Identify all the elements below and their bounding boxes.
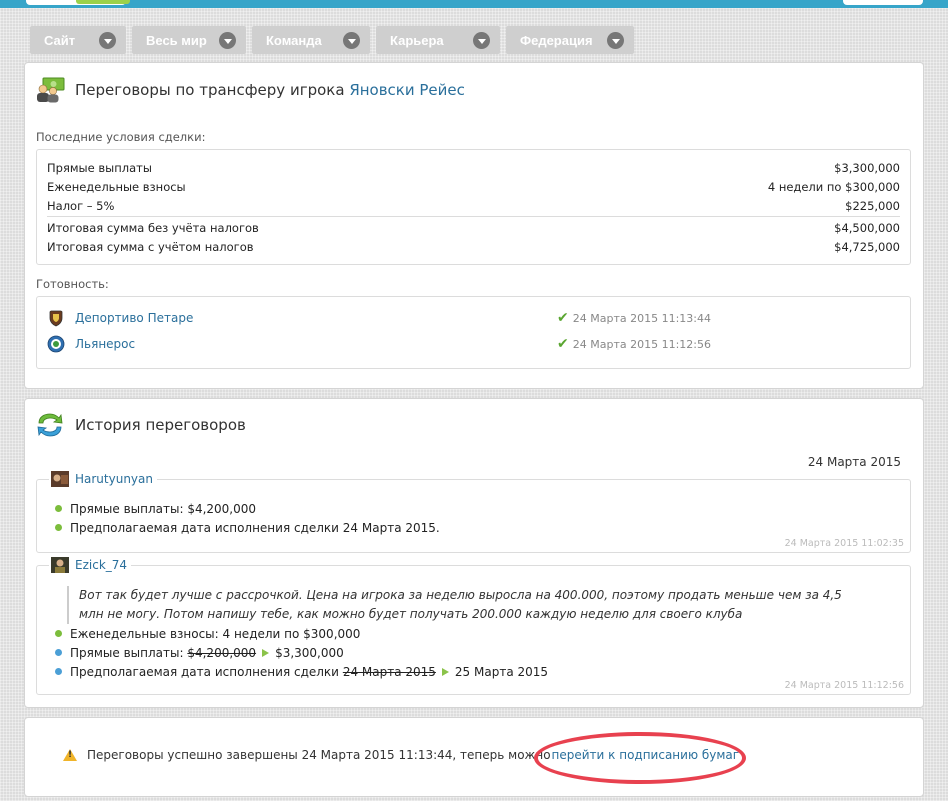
nav-item-label: Сайт — [44, 32, 76, 48]
deal-terms-box: Прямые выплаты $3,300,000 Еженедельные в… — [36, 149, 911, 265]
message-body: Еженедельные взносы: 4 недели по $300,00… — [55, 624, 548, 681]
check-icon: ✔ — [557, 336, 569, 352]
message-line: Предполагаемая дата исполнения сделки 24… — [55, 518, 440, 537]
deal-row-label: Прямые выплаты — [47, 160, 152, 175]
user-link[interactable]: Harutyunyan — [75, 472, 153, 486]
bullet-icon — [55, 668, 62, 675]
bullet-icon — [55, 630, 62, 637]
user-link[interactable]: Ezick_74 — [75, 558, 127, 572]
deal-row-label: Итоговая сумма с учётом налогов — [47, 239, 254, 254]
player-link[interactable]: Яновски Рейес — [349, 81, 465, 99]
chevron-down-icon[interactable] — [343, 31, 360, 49]
nav-item-career[interactable]: Карьера — [376, 26, 500, 54]
message-line: Прямые выплаты: $4,200,000 — [55, 499, 440, 518]
nav-item-label: Весь мир — [146, 32, 207, 48]
readiness-row: Депортиво Петаре ✔ 24 Марта 2015 11:13:4… — [47, 305, 900, 331]
main-nav: Сайт Весь мир Команда Карьера Федерация — [30, 26, 634, 54]
message-line: Предполагаемая дата исполнения сделки 24… — [55, 662, 548, 681]
message-line: Прямые выплаты: $4,200,000 $3,300,000 — [55, 643, 548, 662]
deal-total-row: Итоговая сумма без учёта налогов $4,500,… — [47, 218, 900, 237]
new-value: 25 Марта 2015 — [454, 664, 549, 679]
last-terms-label: Последние условия сделки: — [36, 130, 206, 144]
nav-item-team[interactable]: Команда — [252, 26, 370, 54]
deal-row-label: Еженедельные взносы — [47, 179, 186, 194]
status-text: Переговоры успешно завершены 24 Марта 20… — [87, 748, 551, 762]
highlight-oval — [534, 732, 746, 784]
old-value: 24 Марта 2015 — [342, 664, 436, 679]
check-icon: ✔ — [557, 310, 569, 326]
deal-row-value: $225,000 — [845, 198, 900, 213]
title-prefix: Переговоры по трансферу игрока — [75, 81, 345, 99]
message-quote: Вот так будет лучше с рассрочкой. Цена н… — [67, 586, 867, 624]
new-value: $3,300,000 — [275, 645, 344, 660]
club-link[interactable]: Депортиво Петаре — [75, 311, 557, 325]
chevron-down-icon[interactable] — [607, 31, 624, 49]
message-text: Предполагаемая дата исполнения сделки — [70, 664, 339, 679]
readiness-box: Депортиво Петаре ✔ 24 Марта 2015 11:13:4… — [36, 296, 911, 369]
deal-row-label: Итоговая сумма без учёта налогов — [47, 220, 259, 235]
message-timestamp: 24 Марта 2015 11:02:35 — [784, 538, 904, 549]
message-text: Прямые выплаты: $4,200,000 — [70, 501, 257, 516]
history-date: 24 Марта 2015 — [807, 455, 901, 469]
logo-badge — [76, 0, 130, 4]
transfer-title: Переговоры по трансферу игрока Яновски Р… — [35, 77, 465, 103]
top-bar — [0, 0, 948, 8]
avatar[interactable] — [51, 557, 69, 573]
message-timestamp: 24 Марта 2015 11:12:56 — [784, 680, 904, 691]
avatar[interactable] — [51, 471, 69, 487]
bullet-icon — [55, 649, 62, 656]
nav-item-label: Карьера — [390, 32, 444, 48]
club-crest-icon — [47, 335, 65, 353]
message-body: Прямые выплаты: $4,200,000 Предполагаема… — [55, 499, 440, 537]
readiness-row: Льянерос ✔ 24 Марта 2015 11:12:56 — [47, 331, 900, 357]
deal-row: Налог – 5% $225,000 — [47, 196, 900, 215]
deal-row-value: $4,500,000 — [834, 220, 900, 235]
bullet-icon — [55, 505, 62, 512]
readiness-label: Готовность: — [36, 277, 109, 291]
deal-total-row: Итоговая сумма с учётом налогов $4,725,0… — [47, 237, 900, 256]
chevron-down-icon[interactable] — [99, 31, 116, 49]
status-panel: Переговоры успешно завершены 24 Марта 20… — [24, 717, 924, 797]
nav-item-site[interactable]: Сайт — [30, 26, 126, 54]
deal-row: Прямые выплаты $3,300,000 — [47, 158, 900, 177]
people-money-icon — [37, 77, 65, 103]
nav-item-federation[interactable]: Федерация — [506, 26, 634, 54]
club-crest-icon — [49, 310, 63, 327]
message-text: Еженедельные взносы: 4 недели по $300,00… — [70, 626, 361, 641]
refresh-arrows-icon — [37, 413, 63, 437]
history-title: История переговоров — [35, 411, 246, 439]
message-header: Harutyunyan — [49, 471, 157, 487]
warning-icon — [63, 749, 77, 761]
deal-row-value: 4 недели по $300,000 — [767, 179, 900, 194]
chevron-down-icon[interactable] — [219, 31, 236, 49]
club-link[interactable]: Льянерос — [75, 337, 557, 351]
section-title: История переговоров — [75, 416, 246, 434]
nav-item-world[interactable]: Весь мир — [132, 26, 246, 54]
top-right-control[interactable] — [843, 0, 923, 5]
history-message: Ezick_74 Вот так будет лучше с рассрочко… — [36, 557, 911, 695]
nav-item-label: Федерация — [520, 32, 593, 48]
message-header: Ezick_74 — [49, 557, 132, 573]
ready-timestamp: 24 Марта 2015 11:13:44 — [572, 311, 711, 325]
message-text: Прямые выплаты: — [70, 645, 184, 660]
deal-row: Еженедельные взносы 4 недели по $300,000 — [47, 177, 900, 196]
history-panel: История переговоров 24 Марта 2015 Haruty… — [24, 398, 924, 708]
history-message: Harutyunyan Прямые выплаты: $4,200,000 П… — [36, 471, 911, 553]
message-line: Еженедельные взносы: 4 недели по $300,00… — [55, 624, 548, 643]
deal-row-label: Налог – 5% — [47, 198, 115, 213]
page-title: Переговоры по трансферу игрока Яновски Р… — [75, 81, 465, 99]
bullet-icon — [55, 524, 62, 531]
message-text: Предполагаемая дата исполнения сделки 24… — [70, 520, 440, 535]
divider — [47, 216, 900, 217]
arrow-right-icon — [262, 648, 270, 657]
arrow-right-icon — [441, 667, 449, 676]
chevron-down-icon[interactable] — [473, 31, 490, 49]
nav-item-label: Команда — [266, 32, 322, 48]
transfer-panel: Переговоры по трансферу игрока Яновски Р… — [24, 62, 924, 389]
deal-row-value: $4,725,000 — [834, 239, 900, 254]
ready-timestamp: 24 Марта 2015 11:12:56 — [572, 337, 711, 351]
old-value: $4,200,000 — [187, 645, 257, 660]
deal-row-value: $3,300,000 — [834, 160, 900, 175]
